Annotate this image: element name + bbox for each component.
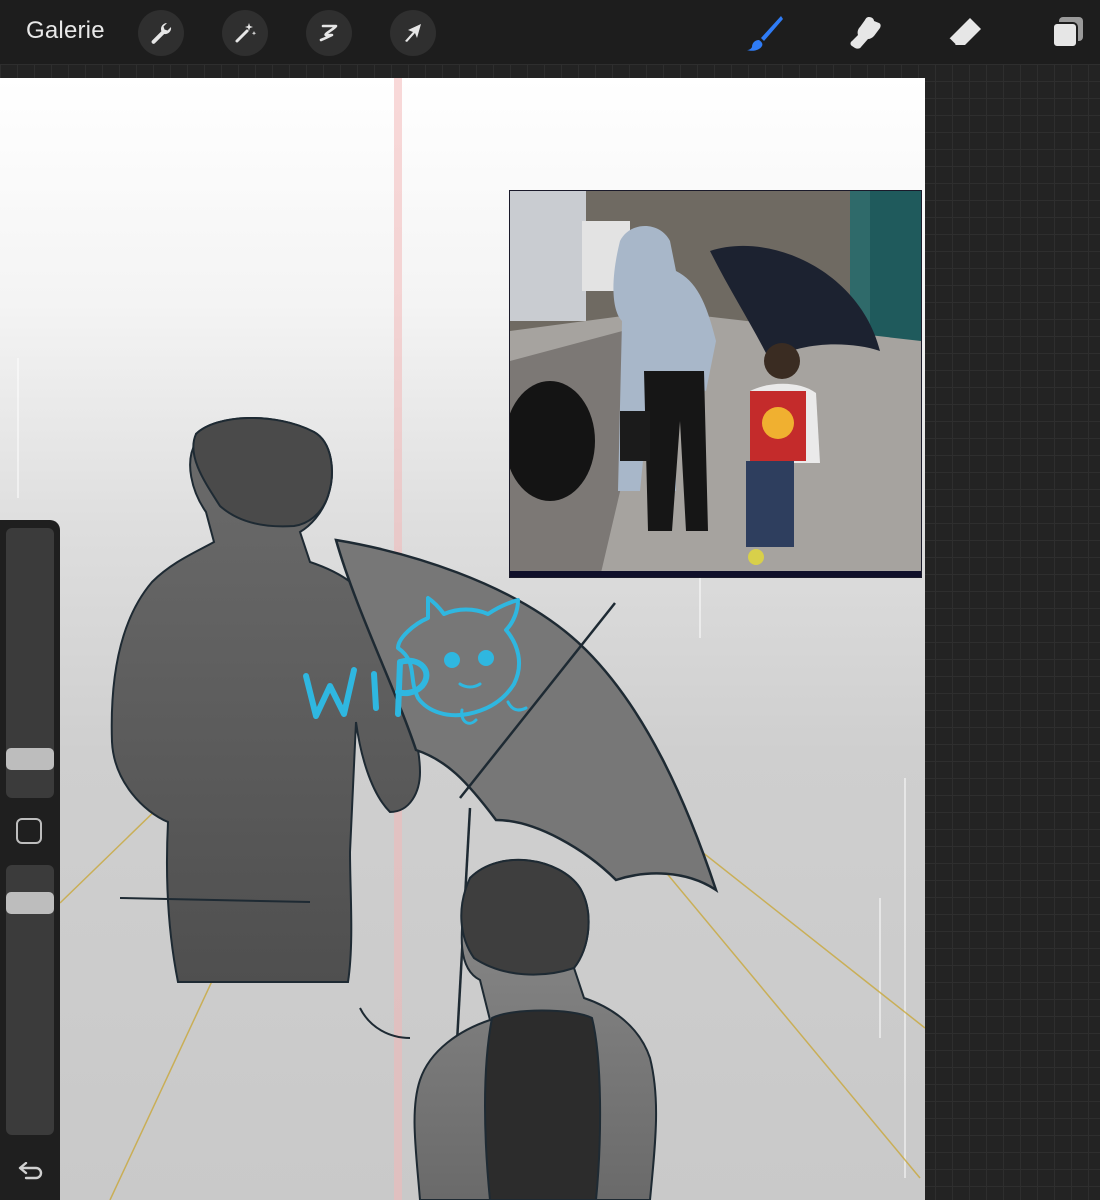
wrench-icon (151, 22, 172, 44)
child-figure (413, 858, 658, 1200)
drawing-canvas[interactable] (0, 78, 925, 1200)
adjustments-button[interactable] (222, 10, 268, 56)
layers-icon (1052, 17, 1083, 48)
brush-sidebar (0, 520, 60, 1200)
transform-arrow-icon (405, 24, 421, 42)
top-toolbar: Galerie (0, 0, 1100, 64)
undo-icon (18, 1162, 43, 1180)
brush-tool-button[interactable] (742, 10, 788, 56)
magic-wand-icon (235, 23, 257, 43)
smudge-icon (850, 17, 881, 49)
reference-photo-image (510, 191, 921, 577)
modify-button[interactable] (16, 818, 42, 844)
brush-size-thumb[interactable] (6, 748, 54, 770)
selection-button[interactable] (306, 10, 352, 56)
reference-photo[interactable] (509, 190, 922, 578)
transform-button[interactable] (390, 10, 436, 56)
eraser-tool-button[interactable] (942, 10, 988, 56)
undo-button[interactable] (14, 1160, 46, 1188)
brush-icon (747, 16, 783, 51)
smudge-tool-button[interactable] (842, 10, 888, 56)
eraser-icon (948, 18, 981, 46)
gallery-button[interactable]: Galerie (26, 17, 105, 45)
actions-button[interactable] (138, 10, 184, 56)
opacity-thumb[interactable] (6, 892, 54, 914)
selection-icon (319, 24, 338, 42)
layers-button[interactable] (1044, 10, 1090, 56)
